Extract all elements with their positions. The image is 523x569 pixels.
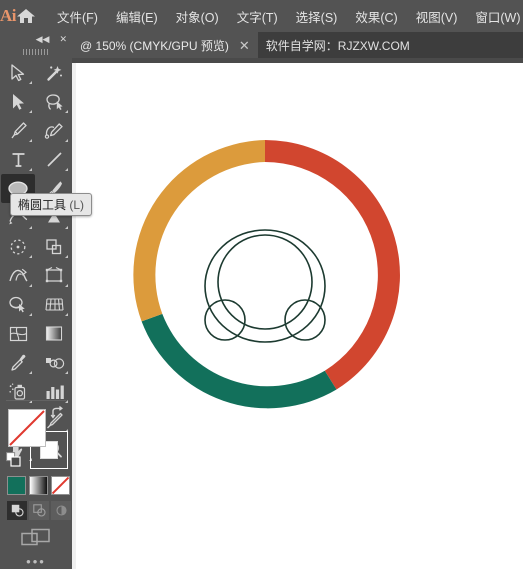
menu-window[interactable]: 窗口(W) (466, 3, 523, 30)
tool-perspective-grid[interactable] (37, 290, 71, 319)
tool-free-transform[interactable] (37, 261, 71, 290)
inner-main-circle[interactable] (217, 234, 313, 330)
swap-fill-stroke-icon[interactable] (50, 406, 64, 425)
tooltip-shortcut: (L) (69, 198, 85, 212)
tool-corner-marker (29, 168, 32, 171)
menu-effect[interactable]: 效果(C) (346, 3, 406, 30)
grip-lines-icon (23, 49, 49, 55)
tool-curvature[interactable] (37, 116, 71, 145)
tool-corner-marker (65, 371, 68, 374)
tool-corner-marker (29, 371, 32, 374)
draw-mode-row (7, 501, 71, 520)
menu-item-list: 文件(F) 编辑(E) 对象(O) 文字(T) 选择(S) 效果(C) 视图(V… (48, 3, 523, 30)
document-tab-bar: @ 150% (CMYK/GPU 预览) ✕ 软件自学网：RJZXW.COM (0, 32, 523, 58)
tool-corner-marker (29, 110, 32, 113)
tab-title: @ 150% (CMYK/GPU 预览) (80, 38, 229, 53)
none-mode-swatch[interactable] (51, 476, 70, 495)
tool-corner-marker (65, 226, 68, 229)
tool-direct-selection[interactable] (1, 87, 35, 116)
tool-selection[interactable] (1, 58, 35, 87)
default-fill-stroke-icon[interactable] (6, 452, 21, 472)
menu-edit[interactable]: 编辑(E) (107, 3, 167, 30)
close-icon[interactable]: ✕ (239, 39, 250, 52)
tool-corner-marker (65, 168, 68, 171)
more-tools-icon[interactable]: ••• (0, 555, 72, 568)
menu-file[interactable]: 文件(F) (48, 3, 107, 30)
tool-blend[interactable] (37, 348, 71, 377)
fill-swatch[interactable] (8, 409, 46, 447)
tool-corner-marker (29, 81, 32, 84)
segment-teal[interactable] (141, 313, 337, 409)
tool-mesh[interactable] (1, 319, 35, 348)
tab-watermark-label: 软件自学网：RJZXW.COM (265, 38, 410, 53)
tools-panel: ◀◀ ✕ ••• (0, 32, 72, 569)
tool-width[interactable] (1, 261, 35, 290)
draw-normal-mode[interactable] (7, 501, 27, 520)
panel-drag-handle[interactable] (0, 46, 72, 58)
tool-corner-marker (65, 313, 68, 316)
tool-pen[interactable] (1, 116, 35, 145)
document-tab-watermark: 软件自学网：RJZXW.COM (258, 32, 418, 58)
document-tab-active[interactable]: @ 150% (CMYK/GPU 预览) ✕ (72, 32, 258, 58)
menu-object[interactable]: 对象(O) (167, 3, 228, 30)
tool-shape-builder[interactable] (1, 290, 35, 319)
tool-corner-marker (65, 255, 68, 258)
tool-corner-marker (29, 313, 32, 316)
segment-red[interactable] (265, 140, 400, 390)
fill-stroke-section: ••• (0, 400, 72, 569)
gradient-mode-swatch[interactable] (29, 476, 48, 495)
draw-inside-mode[interactable] (51, 501, 71, 520)
inner-outer-ellipse[interactable] (204, 229, 326, 343)
menu-type[interactable]: 文字(T) (228, 3, 287, 30)
tools-panel-header: ◀◀ ✕ (0, 32, 72, 46)
app-logo-icon: Ai (0, 6, 17, 25)
tool-corner-marker (29, 255, 32, 258)
none-slash-icon (51, 476, 70, 495)
donut-artwork[interactable] (72, 58, 523, 569)
draw-behind-mode[interactable] (29, 501, 49, 520)
tool-tooltip: 椭圆工具 (L) (10, 193, 93, 216)
tool-scale[interactable] (37, 232, 71, 261)
panel-close-icon[interactable]: ✕ (59, 34, 67, 44)
menu-view[interactable]: 视图(V) (407, 3, 467, 30)
tool-corner-marker (29, 284, 32, 287)
menu-select[interactable]: 选择(S) (287, 3, 347, 30)
segment-orange[interactable] (133, 140, 265, 322)
none-slash-icon (9, 410, 45, 446)
home-icon[interactable] (16, 0, 36, 32)
canvas-area[interactable] (72, 58, 523, 569)
section-divider (6, 400, 66, 401)
tool-corner-marker (65, 110, 68, 113)
tool-lasso[interactable] (37, 87, 71, 116)
tool-rotate[interactable] (1, 232, 35, 261)
color-mode-swatch[interactable] (7, 476, 26, 495)
menu-bar: Ai 文件(F) 编辑(E) 对象(O) 文字(T) 选择(S) 效果(C) 视… (0, 0, 523, 32)
tool-corner-marker (29, 226, 32, 229)
tool-corner-marker (65, 284, 68, 287)
illustrator-window: Ai 文件(F) 编辑(E) 对象(O) 文字(T) 选择(S) 效果(C) 视… (0, 0, 523, 569)
tool-magic-wand[interactable] (37, 58, 71, 87)
tool-line-segment[interactable] (37, 145, 71, 174)
change-screen-mode[interactable] (0, 528, 72, 550)
tool-eyedropper[interactable] (1, 348, 35, 377)
tooltip-label: 椭圆工具 (18, 198, 67, 212)
tool-corner-marker (29, 139, 32, 142)
tool-gradient[interactable] (37, 319, 71, 348)
color-mode-row (7, 476, 70, 495)
tool-corner-marker (65, 139, 68, 142)
tool-type[interactable] (1, 145, 35, 174)
collapse-icon[interactable]: ◀◀ (36, 34, 50, 44)
